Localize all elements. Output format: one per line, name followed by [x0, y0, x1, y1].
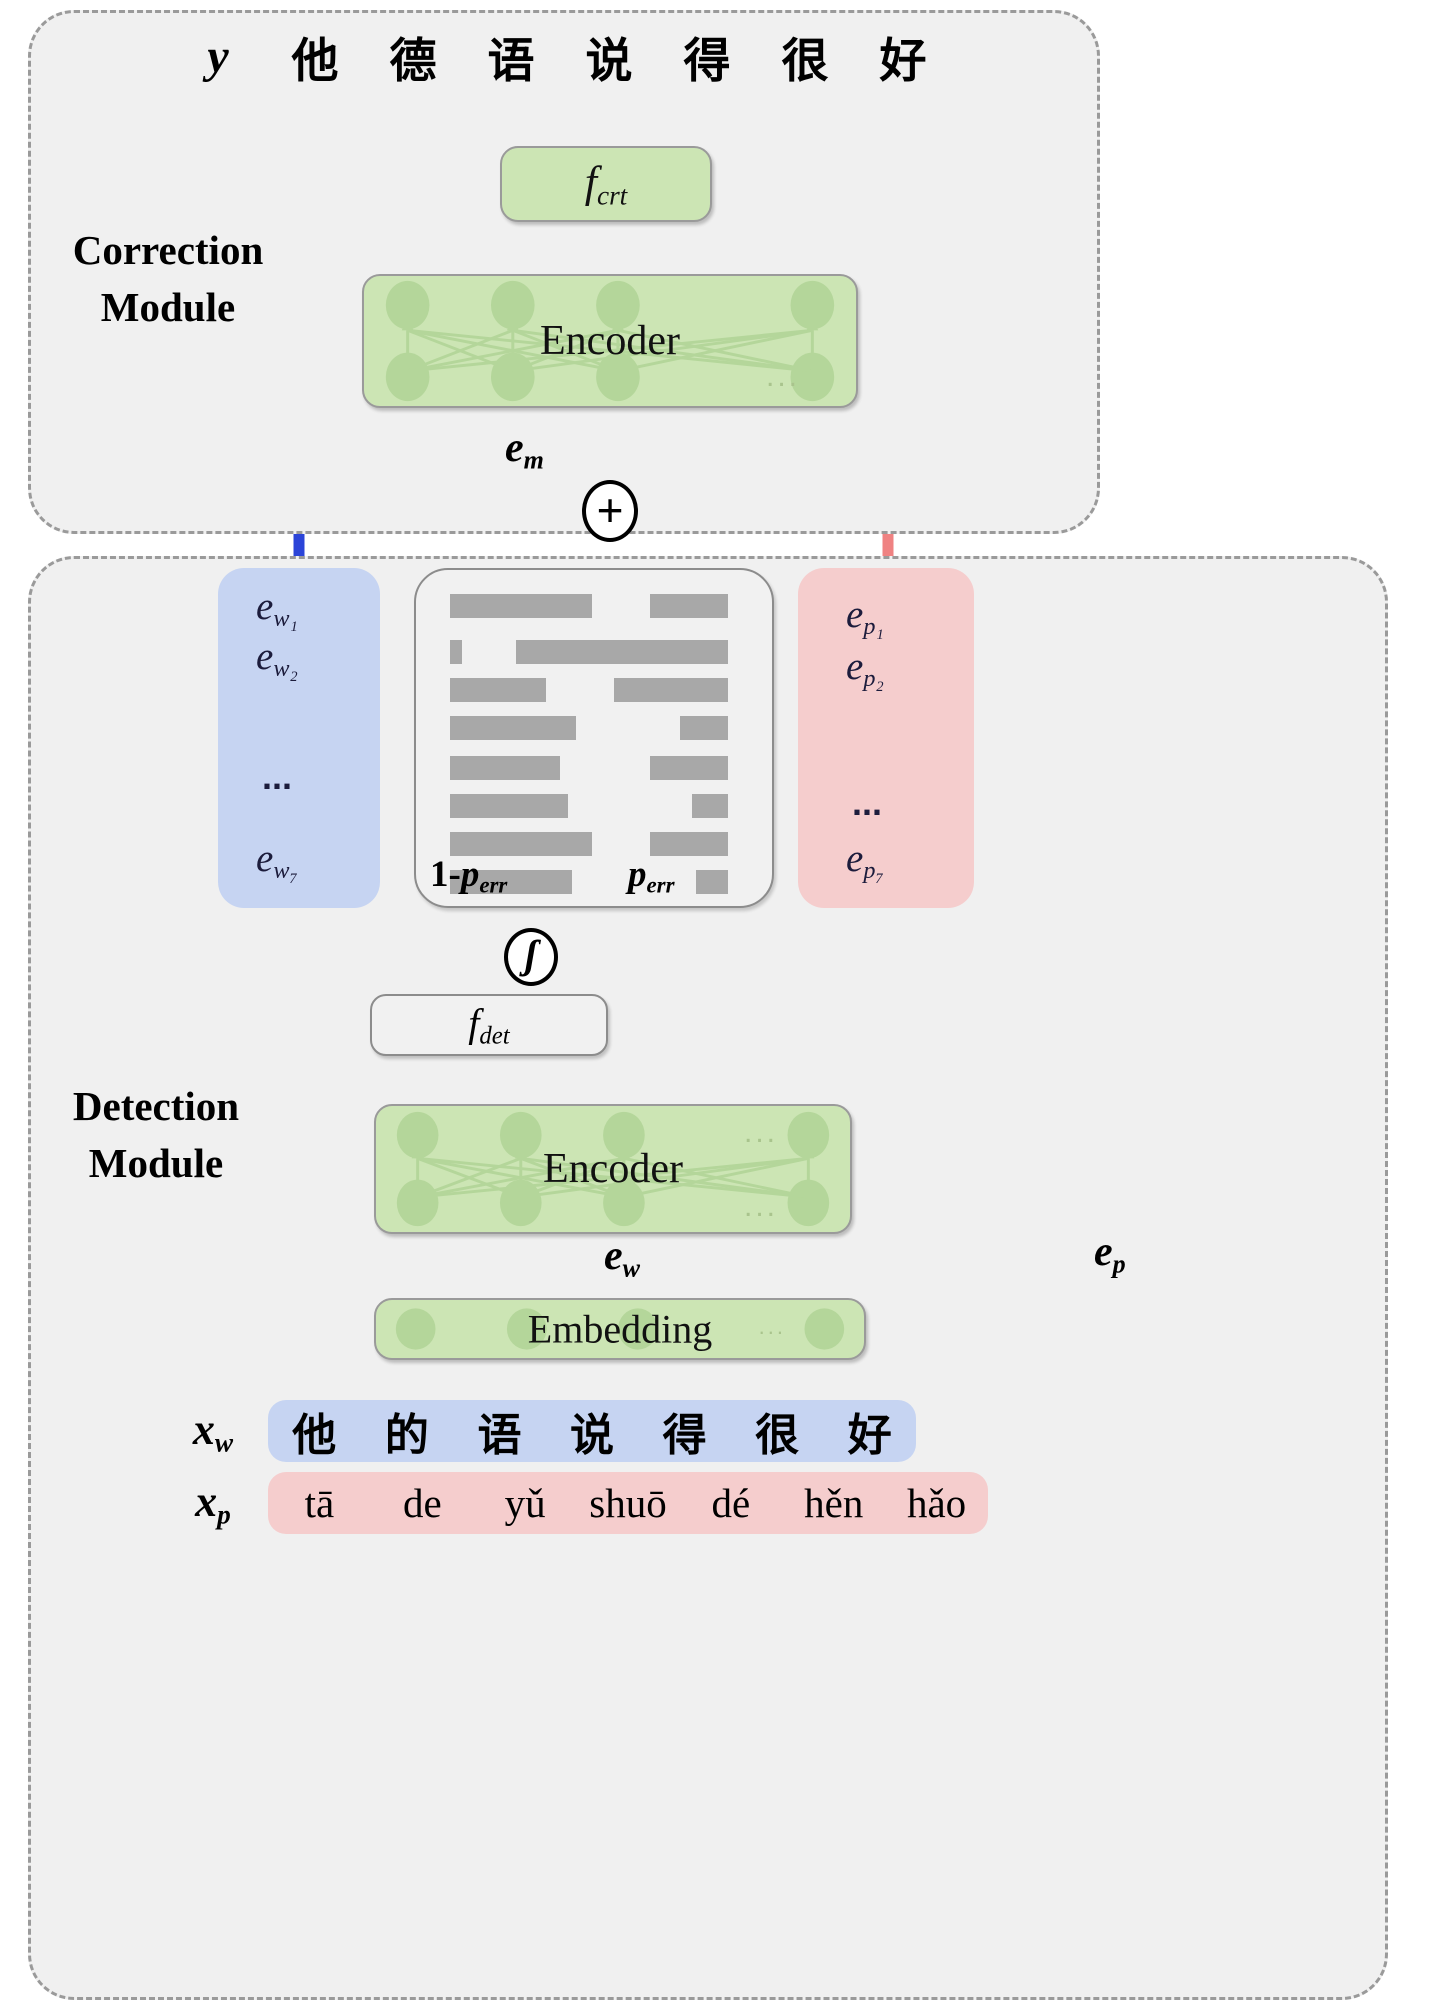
bar-right	[650, 594, 728, 618]
detection-encoder-box: ... ... Encoder	[374, 1104, 852, 1234]
f-crt-box: fcrt	[500, 146, 712, 222]
perr-caption: perr	[628, 853, 675, 897]
bar-left	[450, 594, 592, 618]
bar-right	[650, 756, 728, 780]
pinyin-token: hěn	[804, 1480, 864, 1526]
f-det-label: fdet	[468, 1000, 510, 1050]
sigmoid-icon: ʃ	[524, 932, 538, 978]
word-token: 得	[662, 1410, 707, 1461]
pinyin-token: yǔ	[504, 1480, 546, 1526]
diagram-canvas: Correction Module Detection Module y 他 德 语…	[0, 0, 1440, 2011]
encoder-ellipsis: ...	[765, 360, 800, 393]
word-token: 他	[292, 1410, 337, 1461]
e-p1-label: ep₁	[846, 593, 884, 640]
correction-module-label: Correction Module	[72, 227, 264, 330]
x-p-symbol: xp	[195, 1476, 231, 1530]
pinyin-embedding-column	[798, 568, 974, 908]
detection-encoder-label: Encoder	[543, 1146, 683, 1192]
bar-left	[450, 794, 568, 818]
plus-icon: +	[596, 484, 624, 537]
pinyin-token: de	[402, 1480, 442, 1526]
output-token: 很	[781, 33, 829, 89]
word-token: 很	[755, 1410, 800, 1461]
output-token: 得	[683, 33, 731, 89]
bar-left	[450, 716, 576, 740]
pinyin-column-ellipsis: ...	[852, 782, 883, 823]
pinyin-token: dé	[711, 1480, 751, 1526]
bar-left	[450, 756, 560, 780]
e-p7-label: ep₇	[846, 837, 884, 884]
word-input-pill[interactable]: 他 的 语 说 得 很 好	[268, 1400, 916, 1462]
sigmoid-node: ʃ	[504, 928, 558, 986]
output-symbol: y	[207, 29, 229, 83]
output-sequence-row: y 他 德 语 说 得 很 好	[170, 20, 960, 92]
output-token: 好	[879, 33, 927, 89]
bar-right	[516, 640, 728, 664]
embedding-label: Embedding	[527, 1306, 713, 1352]
word-token: 的	[384, 1410, 429, 1461]
bar-right	[614, 678, 728, 702]
e-w-label: ew	[604, 1233, 641, 1283]
output-token: 说	[585, 33, 633, 89]
word-embedding-column	[218, 568, 380, 908]
word-input-row: xw 他 的 语 说 得 很 好	[158, 1400, 916, 1462]
bar-right	[680, 716, 728, 740]
f-det-box: fdet	[370, 994, 608, 1056]
word-token: 说	[570, 1410, 615, 1461]
e-p-label: ep	[1094, 1229, 1126, 1279]
f-crt-label: fcrt	[584, 157, 628, 211]
bar-right	[692, 794, 728, 818]
e-w7-label: ew₇	[256, 837, 298, 884]
encoder-ellipsis: ...	[743, 1190, 778, 1223]
bar-left	[450, 640, 462, 664]
pinyin-token: shuō	[589, 1480, 667, 1526]
e-w2-label: ew₂	[256, 635, 298, 682]
correction-encoder-label: Encoder	[540, 318, 680, 364]
correction-encoder-box: ... Encoder	[362, 274, 858, 408]
pinyin-token: hǎo	[906, 1480, 967, 1526]
x-w-symbol: xw	[192, 1404, 234, 1458]
sum-node: +	[582, 480, 638, 542]
word-token: 好	[847, 1410, 892, 1461]
bar-right	[696, 870, 728, 894]
e-p2-label: ep₂	[846, 645, 884, 692]
pinyin-input-row: xp tā de yǔ shuō dé hěn hǎo	[158, 1472, 988, 1534]
one-minus-perr-caption: 1-perr	[430, 853, 508, 897]
pinyin-input-pill[interactable]: tā de yǔ shuō dé hěn hǎo	[268, 1472, 988, 1534]
detection-module-label: Detection Module	[72, 1083, 240, 1186]
em-label: em	[505, 425, 544, 475]
output-token: 语	[487, 33, 535, 89]
word-column-ellipsis: ...	[262, 756, 293, 797]
output-token: 德	[389, 33, 437, 89]
embedding-box: ... Embedding	[374, 1298, 866, 1360]
bar-left	[450, 678, 546, 702]
probability-bars-panel: 1-perr perr	[414, 568, 774, 908]
pinyin-token: tā	[304, 1480, 335, 1526]
word-token: 语	[477, 1410, 522, 1461]
e-w1-label: ew₁	[256, 585, 298, 632]
output-token: 他	[291, 33, 339, 89]
